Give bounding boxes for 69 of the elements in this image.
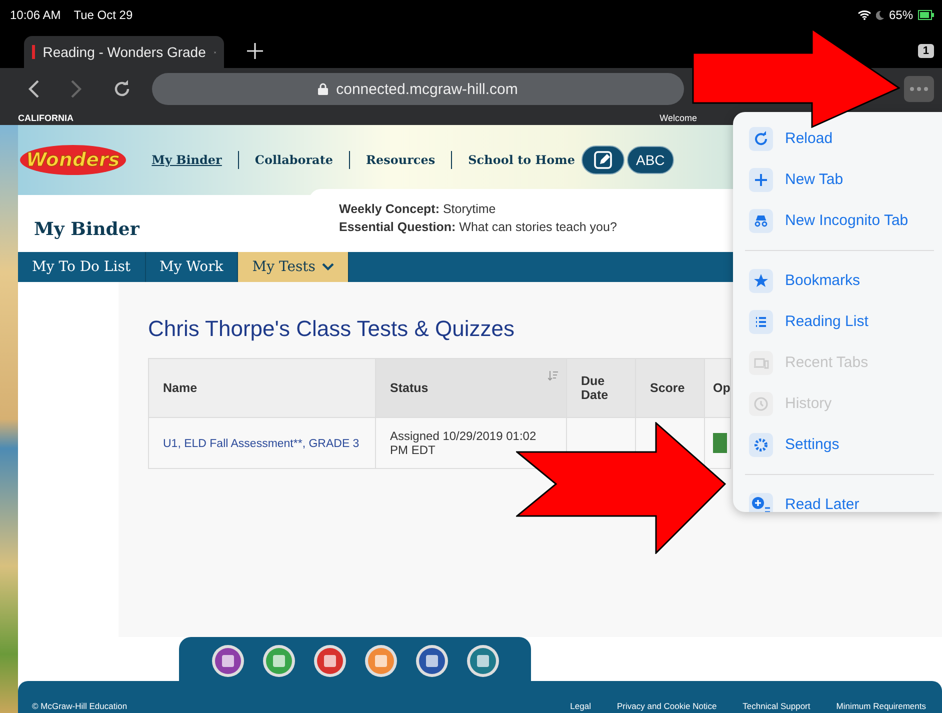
chevron-down-icon[interactable] (322, 263, 334, 271)
app-icon[interactable] (312, 644, 346, 678)
menu-item-label: New Incognito Tab (785, 212, 908, 229)
welcome-text: Welcome (660, 112, 697, 122)
table-cell: Assigned 10/29/2019 01:02 PM EDT (390, 429, 536, 457)
tab-title: Reading - Wonders Grade (42, 44, 206, 60)
battery-percent: 65% (888, 8, 913, 22)
column-header[interactable]: Status (376, 358, 566, 418)
menu-item[interactable]: Reload (733, 118, 942, 159)
menu-item-label: New Tab (785, 171, 844, 188)
status-time: 10:06 AM (10, 8, 61, 22)
wifi-icon (858, 10, 871, 20)
lock-icon (318, 83, 328, 95)
menu-item[interactable]: Bookmarks (733, 260, 942, 301)
app-icon[interactable] (210, 644, 244, 678)
battery-icon (918, 10, 934, 20)
page-title: My Binder (33, 218, 140, 242)
plus-icon (749, 168, 773, 192)
menu-item-label: Reading List (785, 313, 868, 330)
footer-link[interactable]: Technical Support (742, 701, 810, 711)
tab-count-button[interactable]: 1 (918, 44, 934, 58)
url-text: connected.mcgraw-hill.com (336, 80, 518, 98)
menu-item-label: Settings (785, 436, 840, 453)
menu-item-label: Bookmarks (785, 272, 860, 289)
copyright-text: © McGraw-Hill Education (32, 701, 128, 711)
column-header[interactable]: Score (636, 358, 704, 418)
status-date: Tue Oct 29 (74, 8, 133, 22)
menu-item-label: Read Later (785, 496, 860, 512)
column-header[interactable]: Name (148, 358, 376, 418)
column-header[interactable]: Op (704, 358, 731, 418)
footer-link[interactable]: Minimum Requirements (836, 701, 926, 711)
forward-icon[interactable] (70, 79, 82, 99)
app-icon[interactable] (414, 644, 448, 678)
new-tab-icon[interactable] (246, 42, 264, 60)
devices-icon (749, 350, 773, 374)
menu-item[interactable]: New Incognito Tab (733, 200, 942, 241)
nav-link[interactable]: Resources (366, 153, 436, 167)
moon-icon (876, 10, 884, 20)
region-label: CALIFORNIA (18, 112, 74, 122)
app-icon[interactable] (262, 644, 296, 678)
footer-link[interactable]: Privacy and Cookie Notice (616, 701, 717, 711)
menu-item[interactable]: Reading List (733, 301, 942, 342)
more-icon[interactable] (904, 76, 934, 102)
menu-item-label: Reload (785, 130, 833, 147)
incognito-icon (749, 208, 773, 232)
nav-link[interactable]: Collaborate (254, 153, 334, 167)
concept-text: Weekly Concept: Storytime (339, 201, 496, 218)
browser-tab[interactable]: Reading - Wonders Grade (24, 36, 224, 68)
clock-icon (749, 392, 773, 416)
footer-link[interactable]: Legal (570, 701, 591, 711)
reload-icon (749, 126, 773, 150)
edit-icon[interactable] (580, 145, 625, 175)
reload-icon[interactable] (112, 79, 132, 99)
back-icon[interactable] (28, 79, 40, 99)
menu-item[interactable]: New Tab (733, 159, 942, 200)
menu-item[interactable]: Read Later (733, 484, 942, 512)
nav-link[interactable]: School to Home (468, 153, 575, 167)
list-icon (749, 310, 773, 334)
abc-button[interactable]: ABC (626, 146, 674, 174)
section-heading: Chris Thorpe's Class Tests & Quizzes (148, 316, 515, 342)
column-header[interactable]: Due Date (566, 358, 636, 418)
address-bar[interactable]: connected.mcgraw-hill.com (152, 73, 684, 105)
app-icon[interactable] (364, 644, 398, 678)
menu-item[interactable]: Settings (733, 424, 942, 465)
tab[interactable]: My Tests (238, 252, 348, 282)
app-icon[interactable] (466, 644, 500, 678)
concept-text: Essential Question: What can stories teach you? (339, 218, 617, 236)
nav-link[interactable]: My Binder (152, 153, 222, 167)
settings-icon (749, 432, 773, 456)
